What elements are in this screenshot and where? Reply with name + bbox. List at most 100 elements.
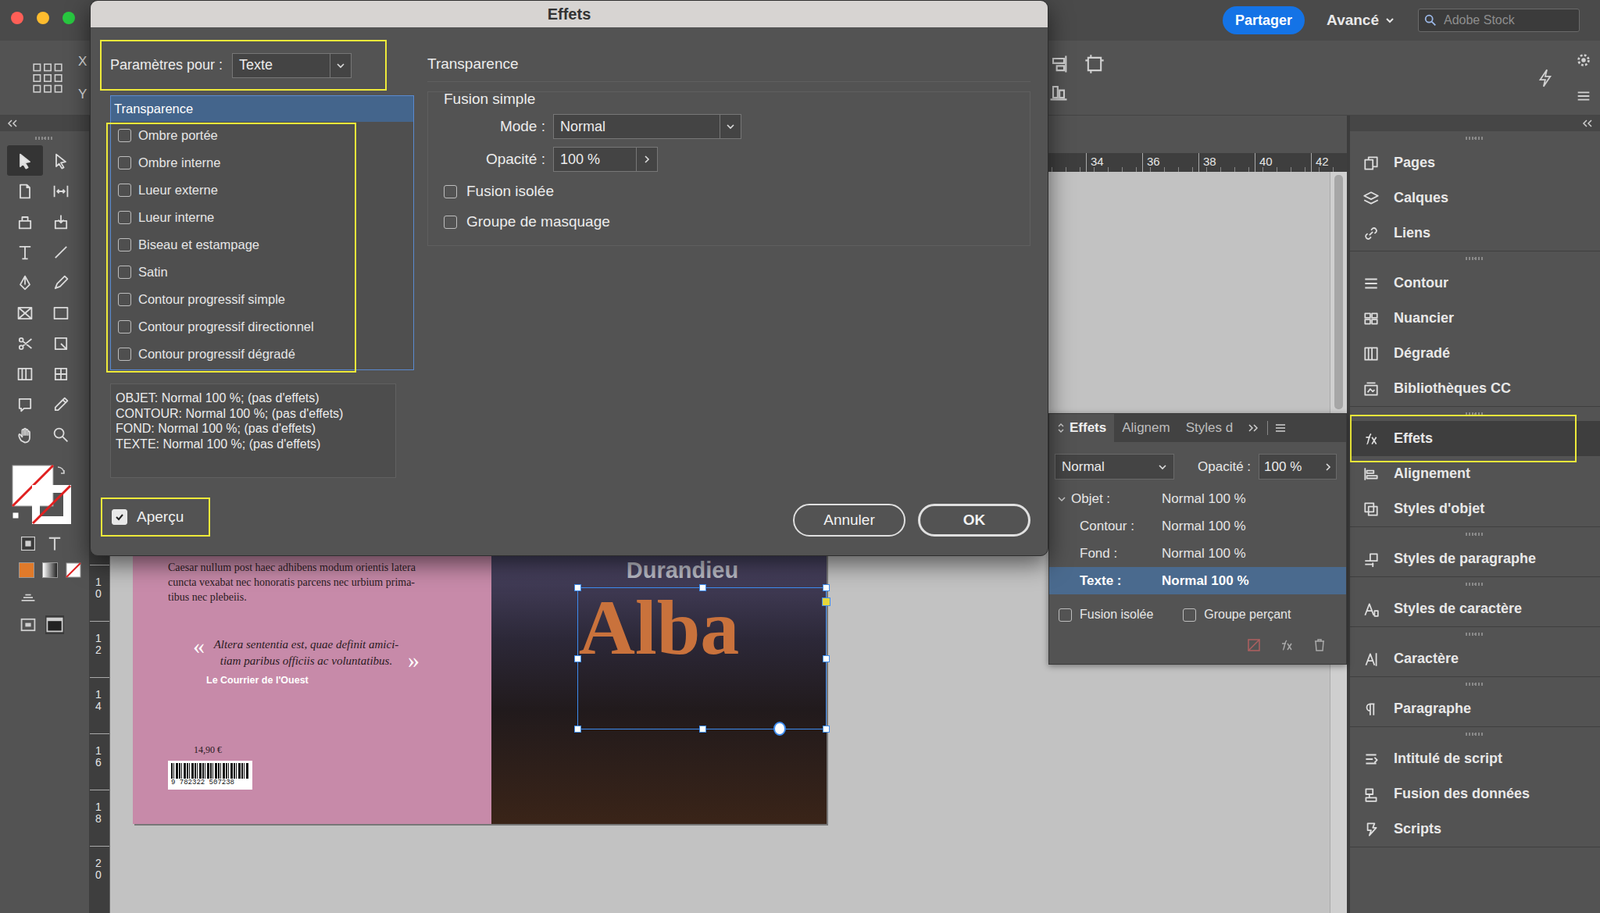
effects-target-row[interactable]: Contour :Normal 100 % xyxy=(1049,512,1347,540)
fill-stroke-icon[interactable] xyxy=(9,462,72,525)
stock-search[interactable] xyxy=(1417,8,1580,33)
resize-handle[interactable] xyxy=(822,655,830,663)
tool-button[interactable] xyxy=(42,175,79,207)
panel-button[interactable]: Fusion des données xyxy=(1350,776,1600,812)
frame-grid-icon[interactable] xyxy=(18,587,38,607)
effect-item[interactable]: Ombre portée xyxy=(110,121,414,150)
grip[interactable] xyxy=(1350,407,1600,422)
panel-button[interactable]: Bibliothèques CC xyxy=(1350,371,1600,407)
panel-button[interactable]: Alignement xyxy=(1350,456,1600,492)
tool-button[interactable] xyxy=(7,328,43,359)
blend-mode-select[interactable]: Normal xyxy=(553,114,742,140)
checkbox[interactable] xyxy=(117,265,132,279)
grip[interactable] xyxy=(1350,727,1600,742)
tool-button[interactable] xyxy=(42,267,79,298)
book-title[interactable]: Alba xyxy=(578,589,740,668)
resize-handle[interactable] xyxy=(574,655,582,663)
panel-tab[interactable]: Alignem xyxy=(1114,414,1178,443)
panel-button[interactable]: Contour xyxy=(1350,265,1600,301)
checkbox[interactable] xyxy=(117,320,132,334)
resize-handle[interactable] xyxy=(699,725,707,733)
panel-button[interactable]: Styles d'objet xyxy=(1350,491,1600,527)
panel-button[interactable]: Styles de caractère xyxy=(1350,591,1600,627)
panel-button[interactable]: Dégradé xyxy=(1350,335,1600,372)
blend-mode-select[interactable]: Normal xyxy=(1054,453,1175,480)
author-name[interactable]: Durandieu xyxy=(626,557,739,583)
dialog-button[interactable]: OK xyxy=(917,503,1031,537)
panel-button[interactable]: Caractère xyxy=(1350,641,1600,677)
tool-button[interactable] xyxy=(42,145,79,176)
panel-button[interactable]: Pages xyxy=(1350,145,1600,181)
checkbox[interactable] xyxy=(443,215,458,229)
reference-point-icon[interactable] xyxy=(31,61,65,95)
tool-button[interactable] xyxy=(42,236,79,268)
gear-icon[interactable] xyxy=(1575,51,1593,69)
grip[interactable] xyxy=(1350,131,1600,146)
effect-item[interactable]: Contour progressif simple xyxy=(110,285,414,314)
checkbox-option[interactable]: Groupe perçant xyxy=(1182,607,1291,622)
effect-item[interactable]: Ombre interne xyxy=(110,149,414,177)
tool-button[interactable] xyxy=(42,206,79,237)
resize-handle[interactable] xyxy=(822,584,830,592)
checkbox[interactable] xyxy=(117,183,132,197)
tool-button[interactable] xyxy=(42,297,79,329)
grip[interactable] xyxy=(0,131,90,146)
lightning-icon[interactable] xyxy=(1535,67,1557,89)
resize-handle[interactable] xyxy=(574,725,582,733)
align-right-icon[interactable] xyxy=(1047,53,1070,75)
apply-color-icon[interactable] xyxy=(18,562,35,579)
clear-effects-icon[interactable] xyxy=(1246,637,1262,654)
tool-button[interactable] xyxy=(7,358,43,390)
workspace-switcher[interactable]: Avancé xyxy=(1326,11,1395,29)
tool-button[interactable] xyxy=(7,175,43,207)
effect-item[interactable]: Biseau et estampage xyxy=(110,231,414,259)
chevron-right-icon[interactable] xyxy=(1323,462,1333,472)
normal-mode-icon[interactable] xyxy=(18,615,38,635)
opacity-field[interactable]: 100 % xyxy=(1258,453,1337,480)
collapse-icon[interactable] xyxy=(6,118,19,129)
checkbox-option[interactable]: Fusion isolée xyxy=(443,179,1015,204)
tool-button[interactable] xyxy=(42,328,79,359)
stock-search-input[interactable] xyxy=(1442,12,1575,29)
panel-button[interactable]: Calques xyxy=(1350,180,1600,216)
effects-target-row[interactable]: Texte :Normal 100 % xyxy=(1049,567,1347,595)
more-tabs-icon[interactable] xyxy=(1246,423,1260,433)
tool-button[interactable] xyxy=(7,419,43,450)
menu-icon[interactable] xyxy=(1575,87,1593,105)
quote[interactable]: «Altera sententia est, quae definit amic… xyxy=(192,636,420,670)
panel-button[interactable]: Styles de paragraphe xyxy=(1350,541,1600,577)
fx-icon[interactable] xyxy=(1278,637,1295,654)
checkbox[interactable] xyxy=(1058,608,1072,622)
panel-tab[interactable]: Styles d xyxy=(1178,414,1241,443)
settings-for-select[interactable]: Texte xyxy=(232,53,352,79)
body-text[interactable]: cuncta vexabat nec honoratis parcens nec… xyxy=(167,575,473,590)
apply-gradient-icon[interactable] xyxy=(42,562,58,579)
barcode[interactable]: 9 782322 507238 xyxy=(167,760,253,790)
checkbox[interactable] xyxy=(117,347,132,361)
panel-tab[interactable]: Effets xyxy=(1049,414,1115,443)
checkbox[interactable] xyxy=(111,509,128,525)
grip[interactable] xyxy=(1350,677,1600,692)
anchor-handle[interactable] xyxy=(773,721,786,736)
effects-target-row[interactable]: Objet :Normal 100 % xyxy=(1049,485,1347,513)
opacity-field[interactable]: 100 % xyxy=(553,146,658,172)
selection-frame[interactable] xyxy=(577,587,827,730)
apply-none-icon[interactable] xyxy=(65,562,82,579)
resize-handle[interactable] xyxy=(822,725,830,733)
disclosure-icon[interactable] xyxy=(1057,494,1067,504)
tool-button[interactable] xyxy=(42,389,79,420)
share-button[interactable]: Partager xyxy=(1222,6,1305,35)
checkbox[interactable] xyxy=(117,128,132,143)
tool-button[interactable] xyxy=(7,389,43,420)
tool-button[interactable] xyxy=(7,297,43,329)
transparency-category[interactable]: Transparence xyxy=(110,96,414,122)
panel-button[interactable]: Scripts xyxy=(1350,811,1600,847)
checkbox[interactable] xyxy=(117,238,132,252)
checkbox-option[interactable]: Groupe de masquage xyxy=(443,210,1015,234)
checkbox-option[interactable]: Fusion isolée xyxy=(1058,607,1154,622)
dialog-title-bar[interactable]: Effets xyxy=(90,0,1048,28)
tool-button[interactable] xyxy=(7,145,43,176)
tool-button[interactable] xyxy=(7,236,43,268)
grip[interactable] xyxy=(1350,577,1600,592)
preview-option[interactable]: Aperçu xyxy=(100,497,211,537)
